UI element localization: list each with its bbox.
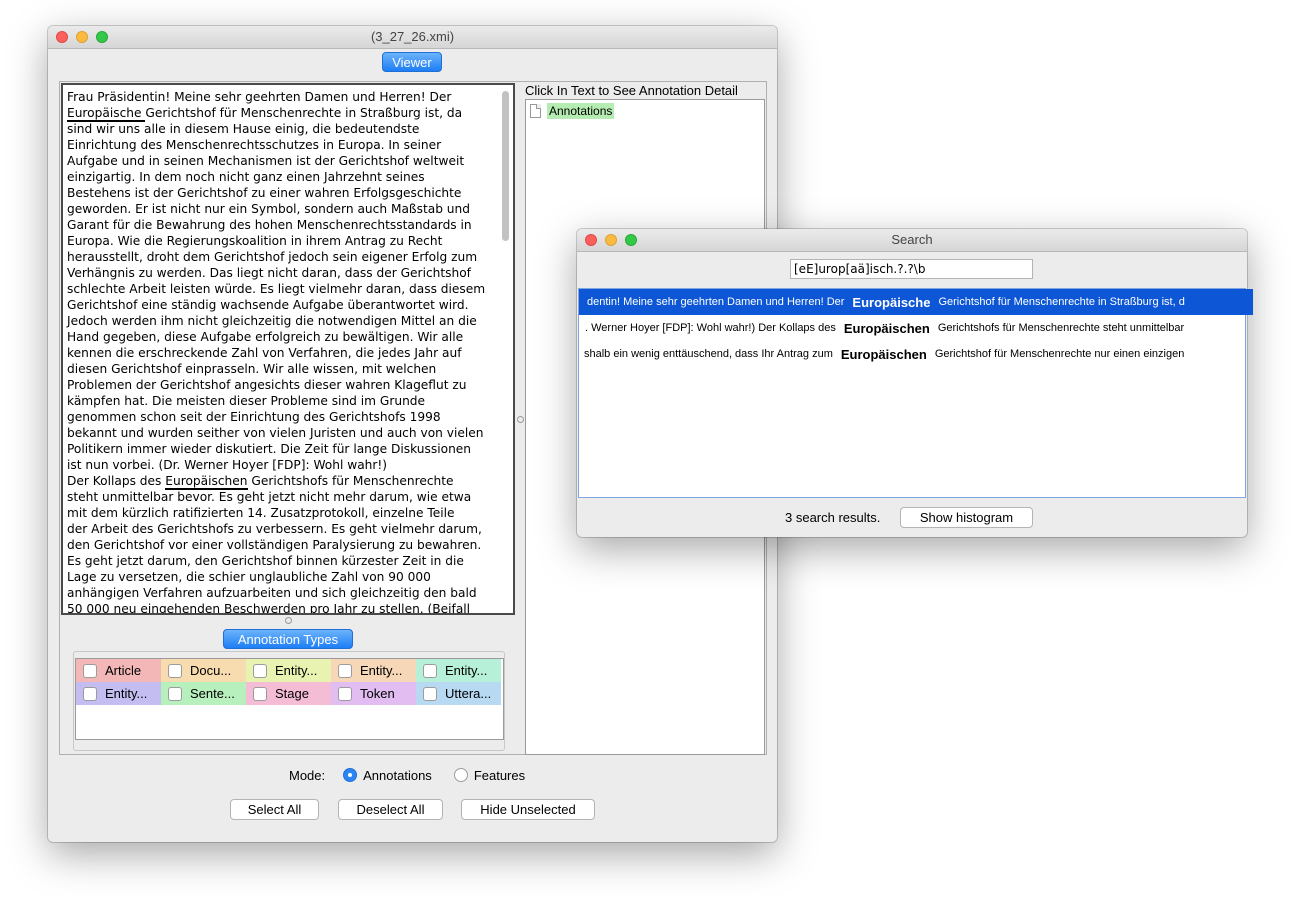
- search-results-rows: dentin! Meine sehr geehrten Damen und He…: [579, 289, 1253, 497]
- mode-annotations-label[interactable]: Annotations: [363, 768, 432, 783]
- mode-label: Mode:: [289, 767, 326, 783]
- select-all-button[interactable]: Select All: [230, 799, 319, 820]
- annotation-type-item[interactable]: Sente...: [161, 682, 246, 705]
- minimize-window-button[interactable]: [76, 31, 88, 43]
- annotation-type-checkbox[interactable]: [168, 686, 182, 701]
- mode-row: Mode: Annotations Features: [289, 766, 525, 784]
- document-text-segment: Gerichtshof für Menschenrechte in Straßb…: [67, 106, 486, 488]
- annotation-type-checkbox[interactable]: [83, 686, 97, 701]
- annotation-type-item[interactable]: Uttera...: [416, 682, 501, 705]
- annotation-type-label: Stage: [275, 686, 309, 701]
- annotation-type-label: Sente...: [190, 686, 235, 701]
- window-controls: [56, 31, 108, 43]
- close-window-button[interactable]: [56, 31, 68, 43]
- annotation-type-item[interactable]: Token: [331, 682, 416, 705]
- document-scrollbar[interactable]: [501, 89, 510, 609]
- annotation-type-checkbox[interactable]: [423, 663, 437, 678]
- search-result-count: 3 search results.: [785, 510, 881, 525]
- annotation-types-grid: Article Docu... Entity... Entity... Entity..…: [76, 659, 501, 705]
- annotation-type-label: Entity...: [360, 663, 403, 678]
- annotation-types-list: Article Docu... Entity... Entity... Entity..…: [75, 658, 504, 740]
- vertical-split-handle[interactable]: [517, 416, 524, 423]
- annotation-type-checkbox[interactable]: [83, 663, 97, 678]
- document-text-segment: Gerichtshofs für Menschenrechte steht un…: [67, 474, 482, 615]
- annotated-span[interactable]: Europäische: [67, 106, 146, 122]
- annotation-type-label: Entity...: [445, 663, 488, 678]
- annotation-type-item[interactable]: Entity...: [246, 659, 331, 682]
- annotation-type-label: Docu...: [190, 663, 232, 678]
- document-text[interactable]: Frau Präsidentin! Meine sehr geehrten Da…: [67, 89, 495, 615]
- annotation-type-checkbox[interactable]: [423, 686, 437, 701]
- search-window-title: Search: [891, 232, 933, 247]
- annotation-type-checkbox[interactable]: [168, 663, 182, 678]
- document-scrollbar-thumb[interactable]: [502, 91, 509, 241]
- annotation-type-label: Article: [105, 663, 142, 678]
- search-minimize-button[interactable]: [605, 234, 617, 246]
- search-window: Search dentin! Meine sehr geehrten Damen…: [577, 229, 1253, 537]
- show-histogram-button[interactable]: Show histogram: [900, 507, 1033, 528]
- annotation-tree-root-label[interactable]: Annotations: [547, 103, 615, 119]
- search-result-left-context: dentin! Meine sehr geehrten Damen und He…: [587, 296, 845, 308]
- document-text-panel[interactable]: Frau Präsidentin! Meine sehr geehrten Da…: [61, 83, 515, 615]
- annotation-type-item[interactable]: Stage: [246, 682, 331, 705]
- annotation-type-label: Token: [360, 686, 395, 701]
- annotation-detail-heading: Click In Text to See Annotation Detail: [525, 83, 738, 98]
- annotation-type-label: Entity...: [105, 686, 148, 701]
- viewer-button[interactable]: Viewer: [382, 52, 442, 72]
- annotation-types-button[interactable]: Annotation Types: [223, 629, 353, 649]
- annotation-type-label: Entity...: [275, 663, 318, 678]
- mode-features-label[interactable]: Features: [474, 768, 525, 783]
- annotation-type-checkbox[interactable]: [253, 663, 267, 678]
- mode-annotations-radio[interactable]: [343, 768, 358, 782]
- annotation-tree-root[interactable]: Annotations: [530, 103, 615, 119]
- search-close-button[interactable]: [585, 234, 597, 246]
- annotated-span[interactable]: Europäischen: [165, 474, 248, 490]
- main-window-title: (3_27_26.xmi): [370, 29, 455, 44]
- search-result-right-context: Gerichtshofs für Menschenrechte steht un…: [937, 322, 1185, 334]
- document-icon: [530, 104, 541, 118]
- search-results-list[interactable]: dentin! Meine sehr geehrten Damen und He…: [578, 288, 1253, 498]
- document-text-segment: Frau Präsidentin! Meine sehr geehrten Da…: [67, 90, 452, 104]
- search-result-match: Europäische: [852, 294, 931, 310]
- search-result-left-context: shalb ein wenig enttäuschend, dass Ihr A…: [584, 348, 833, 360]
- annotation-type-checkbox[interactable]: [338, 663, 352, 678]
- search-result-left-context: . Werner Hoyer [FDP]: Wohl wahr!) Der Ko…: [585, 322, 836, 334]
- annotation-type-item[interactable]: Article: [76, 659, 161, 682]
- annotation-type-item[interactable]: Entity...: [331, 659, 416, 682]
- search-result-row[interactable]: shalb ein wenig enttäuschend, dass Ihr A…: [579, 341, 1250, 367]
- mode-features-radio[interactable]: [453, 768, 468, 782]
- annotation-type-checkbox[interactable]: [338, 686, 352, 701]
- annotation-type-item[interactable]: Docu...: [161, 659, 246, 682]
- annotation-type-item[interactable]: Entity...: [416, 659, 501, 682]
- search-result-row[interactable]: dentin! Meine sehr geehrten Damen und He…: [579, 289, 1253, 315]
- deselect-all-button[interactable]: Deselect All: [338, 799, 443, 820]
- search-window-titlebar[interactable]: Search: [577, 229, 1247, 252]
- search-result-match: Europäischen: [843, 320, 930, 336]
- hide-unselected-button[interactable]: Hide Unselected: [461, 799, 595, 820]
- search-window-controls: [585, 234, 637, 246]
- annotation-type-label: Uttera...: [445, 686, 492, 701]
- annotation-type-item[interactable]: Entity...: [76, 682, 161, 705]
- main-window-titlebar[interactable]: (3_27_26.xmi): [48, 26, 777, 49]
- search-result-row[interactable]: . Werner Hoyer [FDP]: Wohl wahr!) Der Ko…: [579, 315, 1251, 341]
- search-result-right-context: Gerichtshof für Menschenrechte in Straßb…: [938, 296, 1185, 308]
- search-maximize-button[interactable]: [625, 234, 637, 246]
- horizontal-split-handle[interactable]: [285, 617, 292, 624]
- search-result-match: Europäischen: [840, 346, 927, 362]
- maximize-window-button[interactable]: [96, 31, 108, 43]
- search-result-right-context: Gerichtshof für Menschenrechte nur einen…: [934, 348, 1185, 360]
- search-query-input[interactable]: [790, 259, 1033, 279]
- annotation-type-checkbox[interactable]: [253, 686, 267, 701]
